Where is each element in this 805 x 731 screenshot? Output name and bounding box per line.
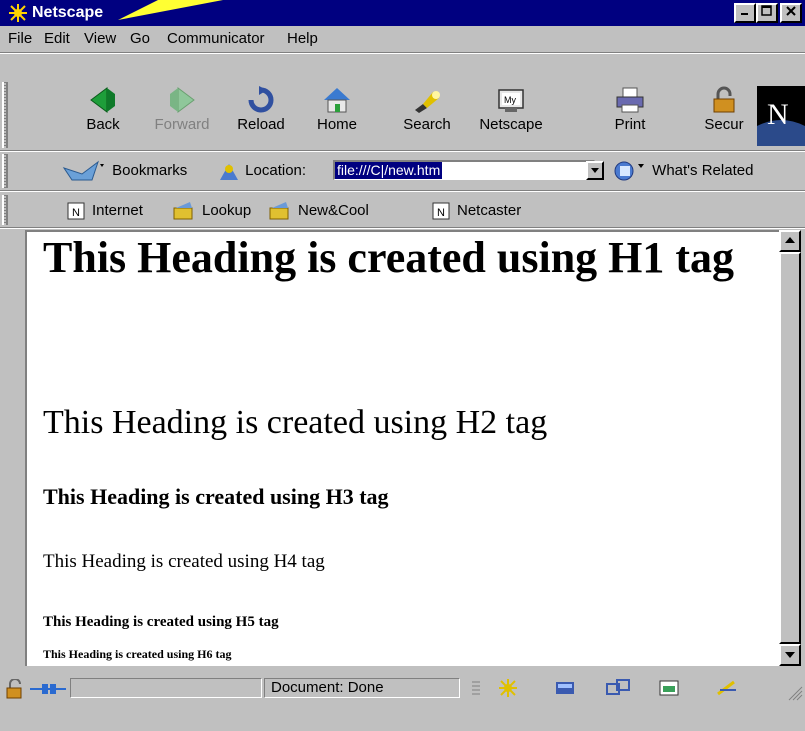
netscape-n-logo-icon: N <box>757 86 805 146</box>
maximize-button[interactable] <box>756 3 778 23</box>
scroll-up-button[interactable] <box>779 230 801 252</box>
progress-panel <box>70 678 262 698</box>
component-bar-grip-icon[interactable] <box>470 680 482 696</box>
heading-h3: This Heading is created using H3 tag <box>43 484 389 509</box>
document-viewport[interactable]: This Heading is created using H1 tag Thi… <box>25 230 779 666</box>
svg-text:My: My <box>504 95 516 105</box>
close-icon <box>786 6 796 16</box>
search-button[interactable]: Search <box>392 86 462 146</box>
personal-item-netcaster[interactable]: N Netcaster <box>431 200 521 222</box>
whats-related-button[interactable]: What's Related <box>612 160 753 182</box>
heading-h5: This Heading is created using H5 tag <box>43 614 279 630</box>
discussions-icon[interactable] <box>604 678 632 698</box>
my-netscape-icon: My <box>498 89 524 112</box>
lock-icon <box>713 86 735 113</box>
back-button[interactable]: Back <box>68 86 138 146</box>
personal-item-newcool[interactable]: New&Cool <box>268 200 369 222</box>
status-message: Document: Done <box>264 678 460 698</box>
window-title: Netscape <box>32 4 104 21</box>
svg-text:N: N <box>72 207 80 219</box>
heading-h6: This Heading is created using H6 tag <box>43 647 232 661</box>
mail-icon[interactable] <box>552 678 580 698</box>
navigator-icon[interactable] <box>496 678 522 698</box>
print-button[interactable]: Print <box>595 86 665 146</box>
search-flashlight-icon <box>415 91 440 113</box>
separator <box>0 190 805 192</box>
bookmarks-icon <box>62 160 104 181</box>
location-dropdown-button[interactable] <box>586 161 604 180</box>
document-n-icon: N <box>67 202 85 220</box>
arrow-down-icon <box>785 652 795 658</box>
netscape-logo[interactable]: N <box>757 86 805 146</box>
heading-h4: This Heading is created using H4 tag <box>43 551 325 572</box>
svg-text:N: N <box>767 98 789 131</box>
reload-icon <box>248 86 274 113</box>
heading-h2: This Heading is created using H2 tag <box>43 404 548 441</box>
netscape-app-icon <box>9 4 27 22</box>
component-bar <box>466 678 766 698</box>
home-icon <box>324 88 350 113</box>
forward-arrow-icon <box>170 87 195 113</box>
minimize-button[interactable] <box>734 3 756 23</box>
toolbar-grip[interactable] <box>2 82 8 148</box>
arrow-up-icon <box>785 237 795 243</box>
forward-button[interactable]: Forward <box>147 86 217 146</box>
toolbar-grip[interactable] <box>2 195 8 225</box>
whats-related-icon <box>614 161 644 181</box>
resize-grip-icon[interactable] <box>785 683 803 701</box>
document-n-icon: N <box>432 202 450 220</box>
online-connection-icon[interactable] <box>30 681 66 697</box>
personal-item-lookup[interactable]: Lookup <box>172 200 251 222</box>
menu-view[interactable]: View <box>84 30 116 47</box>
menu-go[interactable]: Go <box>130 30 150 47</box>
menu-help[interactable]: Help <box>287 30 318 47</box>
security-lock-status-icon[interactable] <box>4 679 26 699</box>
personal-item-internet[interactable]: N Internet <box>66 200 143 222</box>
bookmarks-button[interactable]: Bookmarks <box>62 160 187 182</box>
home-button[interactable]: Home <box>302 86 372 146</box>
chevron-down-icon <box>591 168 599 173</box>
scroll-down-button[interactable] <box>779 644 801 666</box>
vertical-scrollbar[interactable] <box>779 230 801 666</box>
heading-h1: This Heading is created using H1 tag <box>43 233 735 282</box>
close-button[interactable] <box>780 3 802 23</box>
separator <box>0 227 805 229</box>
maximize-icon <box>761 5 772 16</box>
scroll-thumb[interactable] <box>779 252 801 644</box>
printer-icon <box>616 87 644 113</box>
location-icon <box>220 164 238 180</box>
composer-icon[interactable] <box>656 678 684 698</box>
folder-icon <box>173 202 193 220</box>
location-url-input[interactable]: file:///C|/new.htm <box>333 160 595 180</box>
menu-bar: File Edit View Go Communicator Help <box>0 26 805 52</box>
minimize-icon <box>741 13 748 15</box>
folder-icon <box>269 202 289 220</box>
security-button[interactable]: Secur <box>689 86 759 146</box>
reload-button[interactable]: Reload <box>226 86 296 146</box>
svg-text:N: N <box>437 207 445 219</box>
separator <box>0 52 805 54</box>
aim-icon[interactable] <box>714 678 742 698</box>
browser-window: Netscape File Edit View Go Communicator … <box>0 0 805 731</box>
location-label: Location: <box>217 160 306 182</box>
left-frame <box>0 230 25 669</box>
netscape-button[interactable]: My Netscape <box>476 86 546 146</box>
menu-edit[interactable]: Edit <box>44 30 70 47</box>
back-arrow-icon <box>90 87 115 113</box>
menu-file[interactable]: File <box>8 30 32 47</box>
menu-communicator[interactable]: Communicator <box>167 30 265 47</box>
